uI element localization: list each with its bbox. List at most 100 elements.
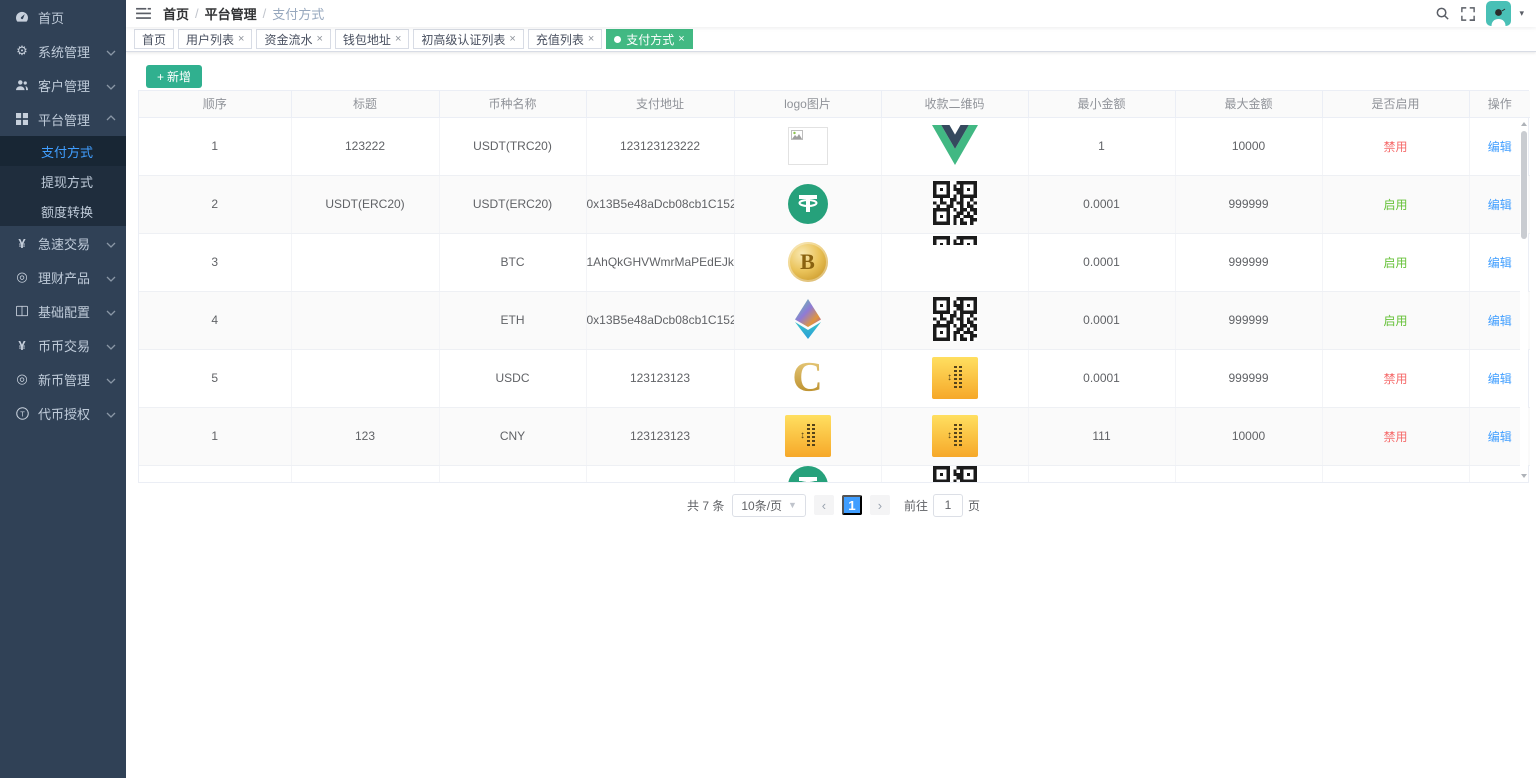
sidebar-item-base-config[interactable]: 基础配置 (0, 294, 126, 328)
close-icon[interactable]: × (316, 34, 322, 45)
table-row: 5USDC123123123C↕0.0001999999禁用编辑 (139, 349, 1530, 407)
breadcrumb-item[interactable]: 平台管理 (205, 4, 257, 23)
cell-status: 禁用 (1322, 407, 1469, 465)
cell-title (291, 465, 439, 482)
tab-home[interactable]: 首页 (134, 29, 174, 49)
edit-link[interactable]: 编辑 (1488, 314, 1512, 328)
sidebar-item-wealth-product[interactable]: ◎理财产品 (0, 260, 126, 294)
cell-qr (881, 233, 1028, 291)
close-icon[interactable]: × (395, 34, 401, 45)
current-page-button[interactable]: 1 (842, 495, 862, 515)
fullscreen-icon[interactable] (1461, 7, 1475, 21)
sidebar-item-platform-manage[interactable]: 平台管理 (0, 102, 126, 136)
gold-c-logo: C (792, 355, 822, 401)
sidebar-item-label: 代币授权 (38, 404, 90, 423)
goto-page-input[interactable] (933, 494, 963, 517)
cell-address (586, 465, 734, 482)
pagination: 共 7 条 10条/页 ▼ ‹ 1 › 前往 页 (138, 494, 1529, 541)
sidebar-menu: 首页⚙系统管理客户管理平台管理支付方式提现方式额度转换¥急速交易◎理财产品基础配… (0, 0, 126, 430)
breadcrumb-separator: / (195, 6, 199, 21)
chevron-down-icon (106, 78, 116, 93)
scroll-down-icon[interactable] (1521, 474, 1527, 478)
edit-link[interactable]: 编辑 (1488, 372, 1512, 386)
sidebar-item-fast-trade[interactable]: ¥急速交易 (0, 226, 126, 260)
scrollbar-thumb[interactable] (1521, 131, 1527, 239)
token-icon: T (13, 407, 31, 420)
sidebar-item-label: 首页 (38, 8, 64, 27)
page-size-select[interactable]: 10条/页 ▼ (732, 494, 806, 517)
chevron-down-icon (106, 338, 116, 353)
yen-icon: ¥ (13, 339, 31, 352)
cell-logo (734, 465, 881, 482)
cell-logo: C (734, 349, 881, 407)
edit-link[interactable]: 编辑 (1488, 256, 1512, 270)
cell-status: 启用 (1322, 291, 1469, 349)
sidebar-item-token-auth[interactable]: T 代币授权 (0, 396, 126, 430)
sidebar-item-label: 基础配置 (38, 302, 90, 321)
close-icon[interactable]: × (509, 34, 515, 45)
tab-wallet-address[interactable]: 钱包地址× (335, 29, 409, 49)
sidebar-subitem-withdraw-method[interactable]: 提现方式 (0, 166, 126, 196)
avatar-dropdown-caret-icon[interactable]: ▾ (1519, 8, 1524, 19)
table-scrollbar[interactable] (1520, 118, 1528, 482)
tab-verify-list[interactable]: 初高级认证列表 × (413, 29, 523, 49)
tether-logo (788, 466, 828, 482)
tether-logo (788, 184, 828, 224)
cell-title: 123222 (291, 117, 439, 175)
sidebar-item-customer-manage[interactable]: 客户管理 (0, 68, 126, 102)
scroll-up-icon[interactable] (1521, 122, 1527, 126)
cell-qr (881, 291, 1028, 349)
grid-icon (13, 113, 31, 125)
cell-max-amount: 10000 (1175, 117, 1322, 175)
cell-qr: ↕ (881, 407, 1028, 465)
sidebar-item-label: 客户管理 (38, 76, 90, 95)
tab-user-list[interactable]: 用户列表× (178, 29, 252, 49)
tab-label: 首页 (142, 31, 166, 48)
cell-order (139, 465, 291, 482)
close-icon[interactable]: × (238, 34, 244, 45)
cell-status: 禁用 (1322, 117, 1469, 175)
hamburger-icon[interactable] (134, 7, 159, 20)
sidebar-subitem-label: 支付方式 (41, 142, 93, 161)
chevron-down-icon (106, 44, 116, 59)
tab-recharge-list[interactable]: 充值列表× (528, 29, 602, 49)
col-currency: 币种名称 (439, 91, 586, 117)
qr-code-image (933, 466, 977, 482)
cell-title: USDT(ERC20) (291, 175, 439, 233)
user-avatar[interactable] (1486, 1, 1511, 26)
sidebar-item-label: 理财产品 (38, 268, 90, 287)
close-icon[interactable]: × (678, 34, 684, 45)
add-button[interactable]: +新增 (146, 65, 202, 88)
edit-link[interactable]: 编辑 (1488, 198, 1512, 212)
qr-code-clipped (933, 236, 977, 245)
svg-text:T: T (20, 409, 25, 418)
cell-status: 启用 (1322, 175, 1469, 233)
sidebar-subitem-payment-method[interactable]: 支付方式 (0, 136, 126, 166)
sidebar-subitem-quota-convert[interactable]: 额度转换 (0, 196, 126, 226)
image-error-placeholder: ↕ (932, 415, 978, 457)
sidebar-item-home[interactable]: 首页 (0, 0, 126, 34)
sidebar-item-coin-trade[interactable]: ¥币币交易 (0, 328, 126, 362)
close-icon[interactable]: × (588, 34, 594, 45)
status-badge: 禁用 (1383, 372, 1407, 386)
sidebar-item-system-manage[interactable]: ⚙系统管理 (0, 34, 126, 68)
prev-page-button[interactable]: ‹ (814, 495, 834, 515)
next-page-button[interactable]: › (870, 495, 890, 515)
cell-order: 2 (139, 175, 291, 233)
cell-title (291, 349, 439, 407)
tab-fund-flow[interactable]: 资金流水× (256, 29, 330, 49)
edit-link[interactable]: 编辑 (1488, 140, 1512, 154)
plus-icon: + (157, 70, 164, 84)
search-icon[interactable] (1435, 6, 1450, 21)
tab-label: 初高级认证列表 (421, 31, 505, 48)
breadcrumb-item[interactable]: 首页 (163, 4, 189, 23)
col-order: 顺序 (139, 91, 291, 117)
cell-order: 1 (139, 407, 291, 465)
edit-link[interactable]: 编辑 (1488, 430, 1512, 444)
tab-payment-method[interactable]: 支付方式× (606, 29, 692, 49)
cell-order: 3 (139, 233, 291, 291)
status-badge: 启用 (1383, 314, 1407, 328)
cell-logo (734, 175, 881, 233)
sidebar-item-label: 急速交易 (38, 234, 90, 253)
sidebar-item-new-coin-manage[interactable]: ◎新币管理 (0, 362, 126, 396)
